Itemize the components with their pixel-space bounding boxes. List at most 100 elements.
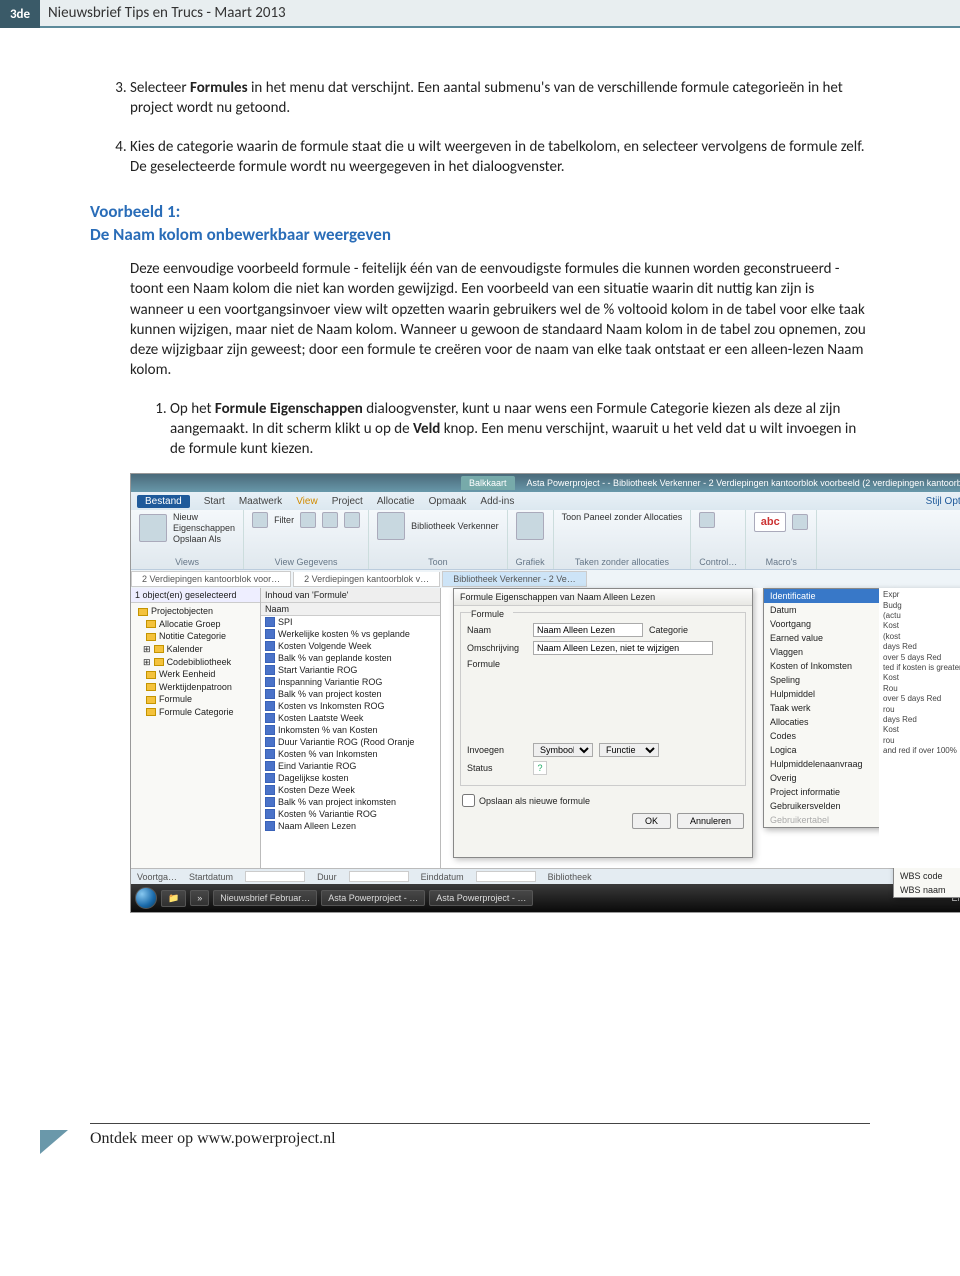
menu-item[interactable]: Overig	[764, 771, 892, 785]
cancel-button[interactable]: Annuleren	[677, 813, 744, 829]
list-item[interactable]: Kosten % van Inkomsten	[261, 748, 440, 760]
filter-icon[interactable]	[252, 512, 268, 528]
menu-item[interactable]: Taak werk	[764, 701, 892, 715]
histogram-icon[interactable]	[516, 512, 544, 540]
tab-maatwerk[interactable]: Maatwerk	[239, 496, 282, 507]
sort-icon[interactable]	[300, 512, 316, 528]
macro-icon[interactable]	[792, 514, 808, 530]
spelling-icon[interactable]: abc	[754, 512, 786, 532]
naam-input[interactable]	[533, 623, 643, 637]
taskbar-item[interactable]: Asta Powerproject - …	[321, 890, 425, 906]
substep-1: Op het Formule Eigenschappen dialoogvens…	[170, 399, 870, 460]
taskbar-item[interactable]: 📁	[161, 890, 186, 907]
list-item[interactable]: Dagelijkse kosten	[261, 772, 440, 784]
menu-item[interactable]: Vlaggen	[764, 645, 892, 659]
tree-item[interactable]: ⊞Kalender	[135, 643, 256, 656]
ribbon-eigenschappen[interactable]: Eigenschappen	[173, 523, 235, 533]
list-item[interactable]: SPI	[261, 616, 440, 628]
tab-view[interactable]: View	[296, 496, 318, 507]
list-item[interactable]: Kosten Laatste Week	[261, 712, 440, 724]
ribbon-tabs: Bestand Start Maatwerk View Project Allo…	[131, 492, 960, 510]
tree-item[interactable]: Notitie Categorie	[135, 630, 256, 643]
menu-item[interactable]: Kosten of Inkomsten	[764, 659, 892, 673]
tree-item[interactable]: Werktijdenpatroon	[135, 681, 256, 694]
list-item[interactable]: Inspanning Variantie ROG	[261, 676, 440, 688]
view-icon[interactable]	[139, 514, 167, 542]
omschrijving-input[interactable]	[533, 641, 713, 655]
taskbar-item[interactable]: Nieuwsbrief Februar…	[213, 890, 317, 906]
list-item[interactable]: Werkelijke kosten % vs geplande	[261, 628, 440, 640]
tree-item[interactable]: Werk Eenheid	[135, 668, 256, 681]
doc-tab[interactable]: 2 Verdiepingen kantoorblok v…	[293, 572, 440, 587]
tree-item[interactable]: Formule Categorie	[135, 706, 256, 719]
list-item[interactable]: Balk % van project kosten	[261, 688, 440, 700]
window-titlebar: Balkkaart Asta Powerproject - - Biblioth…	[131, 474, 960, 492]
list-item[interactable]: Duur Variantie ROG (Rood Oranje	[261, 736, 440, 748]
tree-item[interactable]: Allocatie Groep	[135, 618, 256, 631]
page-badge: 3de	[0, 0, 40, 28]
style-options[interactable]: Stijl Opties ▾ ❍	[926, 496, 960, 507]
duur-input[interactable]	[349, 871, 409, 882]
menu-item[interactable]: Identificatie	[764, 589, 892, 603]
einddatum-input[interactable]	[476, 871, 536, 882]
tab-start[interactable]: Start	[204, 496, 225, 507]
list-item[interactable]: Eind Variantie ROG	[261, 760, 440, 772]
tab-file[interactable]: Bestand	[137, 495, 190, 508]
example-heading: Voorbeeld 1:	[90, 201, 870, 222]
menu-item[interactable]: Gebruikersvelden	[764, 799, 892, 813]
taskbar-item[interactable]: »	[190, 890, 209, 906]
ribbon-nieuw[interactable]: Nieuw	[173, 512, 235, 522]
status-bar: Voortga… Startdatum Duur Einddatum Bibli…	[131, 868, 960, 884]
menu-item[interactable]: Datum	[764, 603, 892, 617]
doc-tab[interactable]: Bibliotheek Verkenner - 2 Ve…	[442, 571, 587, 587]
help-icon[interactable]: ?	[533, 761, 547, 775]
table-icon[interactable]	[322, 512, 338, 528]
menu-item[interactable]: Hulpmiddel	[764, 687, 892, 701]
tab-addins[interactable]: Add-ins	[480, 496, 514, 507]
list-item[interactable]: Kosten vs Inkomsten ROG	[261, 700, 440, 712]
ok-button[interactable]: OK	[632, 813, 671, 829]
list-item[interactable]: Balk % van project inkomsten	[261, 796, 440, 808]
tree-item[interactable]: ⊞Codebibliotheek	[135, 656, 256, 669]
menu-item[interactable]: Speling	[764, 673, 892, 687]
menu-item[interactable]: Hulpmiddelenaanvraag	[764, 757, 892, 771]
tabblad-icon[interactable]	[699, 512, 715, 528]
tab-opmaak[interactable]: Opmaak	[429, 496, 467, 507]
formula-properties-dialog: Formule Eigenschappen van Naam Alleen Le…	[453, 588, 753, 858]
submenu-item[interactable]: WBS naam	[894, 883, 960, 897]
context-tab[interactable]: Balkkaart	[461, 476, 515, 490]
ribbon-opslaan-als[interactable]: Opslaan Als	[173, 534, 235, 544]
save-as-new-checkbox[interactable]	[462, 794, 475, 807]
list-item[interactable]: Kosten Deze Week	[261, 784, 440, 796]
start-orb-icon[interactable]	[135, 887, 157, 909]
doc-tab[interactable]: 2 Verdiepingen kantoorblok voor…	[131, 571, 291, 587]
tree-panel: 1 object(en) geselecteerd Projectobjecte…	[131, 588, 261, 868]
list-item[interactable]: Inkomsten % van Kosten	[261, 724, 440, 736]
symbool-select[interactable]: Symbool	[533, 743, 593, 757]
menu-item[interactable]: Earned value	[764, 631, 892, 645]
menu-item[interactable]: Project informatie	[764, 785, 892, 799]
list-item[interactable]: Kosten Volgende Week	[261, 640, 440, 652]
list-item[interactable]: Kosten % Variantie ROG	[261, 808, 440, 820]
tree-item[interactable]: Projectobjecten	[135, 605, 256, 618]
tab-allocatie[interactable]: Allocatie	[377, 496, 415, 507]
menu-item[interactable]: Gebruikertabel	[764, 813, 892, 827]
submenu-item[interactable]: WBS code	[894, 869, 960, 883]
menu-item[interactable]: Logica	[764, 743, 892, 757]
startdatum-input[interactable]	[245, 871, 305, 882]
list-item[interactable]: Start Variantie ROG	[261, 664, 440, 676]
menu-item[interactable]: Voortgang	[764, 617, 892, 631]
library-icon[interactable]	[377, 512, 405, 540]
tree-item[interactable]: Formule	[135, 693, 256, 706]
field-category-menu: IdentificatieDatumVoortgangEarned valueV…	[763, 588, 893, 828]
ribbon: NieuwEigenschappenOpslaan AlsViews Filte…	[131, 510, 960, 570]
menu-item[interactable]: Allocaties	[764, 715, 892, 729]
list-item[interactable]: Balk % van geplande kosten	[261, 652, 440, 664]
tab-project[interactable]: Project	[332, 496, 363, 507]
list-panel: Inhoud van 'Formule' Naam SPIWerkelijke …	[261, 588, 441, 868]
taskbar-item[interactable]: Asta Powerproject - …	[429, 890, 533, 906]
functie-select[interactable]: Functie	[599, 743, 659, 757]
menu-item[interactable]: Codes	[764, 729, 892, 743]
list-item[interactable]: Naam Alleen Lezen	[261, 820, 440, 832]
column-icon[interactable]	[344, 512, 360, 528]
